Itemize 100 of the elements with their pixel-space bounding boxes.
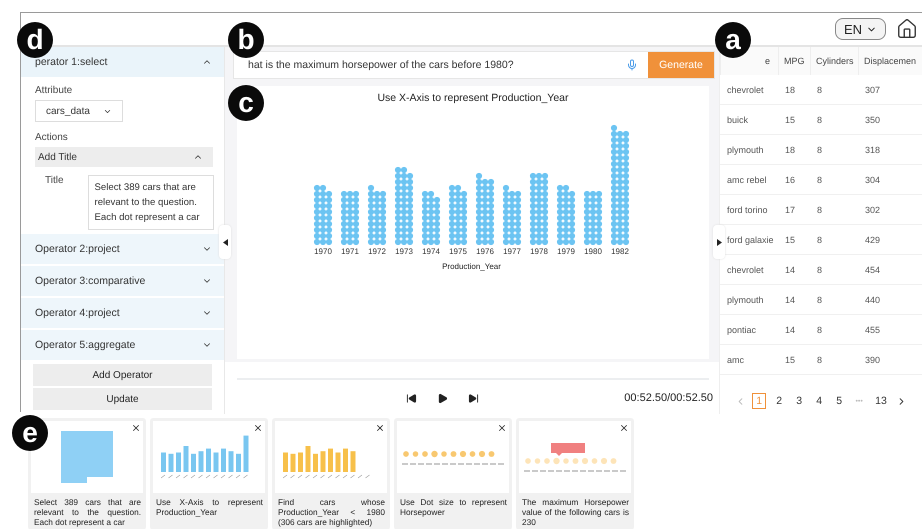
- table-cell: 8: [810, 285, 858, 315]
- panel-button[interactable]: Add Operator: [33, 364, 212, 386]
- table-cell: amc: [720, 345, 778, 375]
- dot-column: [502, 184, 522, 246]
- close-icon[interactable]: [375, 423, 385, 433]
- dot-column: [368, 184, 386, 246]
- page-link[interactable]: 3: [792, 393, 806, 409]
- axis-label: 1978: [530, 247, 548, 256]
- close-icon[interactable]: [497, 423, 507, 433]
- table-cell: plymouth: [720, 135, 778, 165]
- dot-column: [556, 184, 576, 246]
- table-cell: pontiac: [720, 315, 778, 345]
- step-caption: Select 389 cars that are relevant to the question. Each dot represent a car: [33, 496, 142, 527]
- page-link[interactable]: 2: [772, 393, 786, 409]
- table-cell: 18: [778, 135, 810, 165]
- chart-title: Use X-Axis to represent Production_Year: [377, 92, 569, 104]
- home-icon[interactable]: [896, 18, 918, 40]
- axis-label: 1972: [368, 247, 386, 256]
- column-header: Cylinders: [810, 47, 858, 75]
- table-cell: 14: [778, 285, 810, 315]
- step-caption: Use Dot size to represent Horsepower: [399, 496, 508, 517]
- table-cell: 8: [810, 75, 858, 105]
- callout-marker: b: [228, 22, 264, 58]
- axis-label: 1971: [341, 247, 359, 256]
- dot-column: [340, 190, 360, 246]
- field-label: Actions: [35, 132, 69, 143]
- close-icon[interactable]: [253, 423, 263, 433]
- triangle-left-icon: [222, 238, 228, 246]
- table-cell: chevrolet: [720, 75, 778, 105]
- table-cell: 8: [810, 165, 858, 195]
- table-cell: 440: [858, 285, 922, 315]
- operator-header[interactable]: Operator 5:aggregate: [21, 330, 224, 360]
- operator-header[interactable]: Operator 2:project: [21, 234, 224, 264]
- title-textarea[interactable]: Select 389 cars that are relevant to the question. Each dot represent a car: [88, 175, 214, 230]
- callout-marker: e: [12, 415, 48, 451]
- axis-label: 1980: [584, 247, 602, 256]
- action-header[interactable]: Add Title: [35, 147, 213, 167]
- thumbnail-drawing: [61, 431, 113, 483]
- step-caption: The maximum Horsepower value of the following cars is 230: [521, 496, 630, 527]
- table-cell: buick: [720, 105, 778, 135]
- table-cell: 8: [810, 345, 858, 375]
- axis-label: 1973: [395, 247, 413, 256]
- table-cell: 304: [858, 165, 922, 195]
- page-link[interactable]: 4: [812, 393, 826, 409]
- dot-column: [422, 190, 440, 246]
- step-card[interactable]: The maximum Horsepower value of the following cars is 230: [516, 418, 634, 529]
- table-cell: 15: [778, 105, 810, 135]
- table-cell: 302: [858, 195, 922, 225]
- table-cell: 307: [858, 75, 922, 105]
- table-cell: 429: [858, 225, 922, 255]
- table-cell: ford torino: [720, 195, 778, 225]
- axis-label: 1970: [314, 247, 332, 256]
- table-cell: 15: [778, 345, 810, 375]
- operator-header[interactable]: Operator 4:project: [21, 298, 224, 328]
- axis-label: 1975: [449, 247, 467, 256]
- language-dropdown[interactable]: EN: [834, 18, 886, 40]
- step-caption: Find cars whose Production_Year < 1980 (306 cars are highlighted): [277, 496, 386, 527]
- playback-time: 00:52.50/00:52.50: [624, 392, 713, 404]
- question-field[interactable]: hat is the maximum horsepower of the cars before 1980? Generate: [233, 51, 715, 79]
- dot-column: [314, 184, 332, 246]
- triangle-right-icon: [716, 238, 722, 246]
- axis-label: 1974: [422, 247, 440, 256]
- table-cell: amc rebel: [720, 165, 778, 195]
- field-label: Title: [45, 175, 64, 188]
- step-caption: Use X-Axis to represent Production_Year: [155, 496, 264, 517]
- axis-label: 1977: [503, 247, 521, 256]
- table-cell: 8: [810, 225, 858, 255]
- table-cell: plymouth: [720, 285, 778, 315]
- axis-label: 1982: [611, 247, 629, 256]
- collapse-handle[interactable]: [219, 225, 231, 259]
- axis-title: Production_Year: [442, 262, 501, 271]
- table-cell: 15: [778, 225, 810, 255]
- table-cell: 14: [778, 315, 810, 345]
- callout-marker: d: [17, 22, 53, 58]
- close-icon[interactable]: [131, 423, 141, 433]
- table-cell: 318: [858, 135, 922, 165]
- table-cell: 455: [858, 315, 922, 345]
- table-cell: 8: [810, 255, 858, 285]
- page-link[interactable]: 13: [872, 393, 890, 409]
- attribute-select[interactable]: cars_data: [35, 100, 123, 122]
- axis-label: 1976: [476, 247, 494, 256]
- panel-button[interactable]: Update: [33, 388, 212, 410]
- page-link[interactable]: 5: [832, 393, 846, 409]
- dot-column: [448, 184, 468, 246]
- table-cell: 8: [810, 105, 858, 135]
- step-card[interactable]: Find cars whose Production_Year < 1980 (306 cars are highlighted): [272, 418, 390, 529]
- table-cell: 8: [810, 315, 858, 345]
- close-icon[interactable]: [619, 423, 629, 433]
- collapse-handle[interactable]: [713, 225, 725, 259]
- table-cell: 350: [858, 105, 922, 135]
- field-label: Attribute: [35, 85, 74, 96]
- table-cell: 16: [778, 165, 810, 195]
- microphone-icon[interactable]: [626, 59, 638, 71]
- step-card[interactable]: Use Dot size to represent Horsepower: [394, 418, 512, 529]
- operator-header[interactable]: Operator 3:comparative: [21, 266, 224, 296]
- table-cell: chevrolet: [720, 255, 778, 285]
- step-card[interactable]: Use X-Axis to represent Production_Year: [150, 418, 268, 529]
- axis-label: 1979: [557, 247, 575, 256]
- callout-marker: a: [715, 22, 751, 58]
- table-cell: 14: [778, 255, 810, 285]
